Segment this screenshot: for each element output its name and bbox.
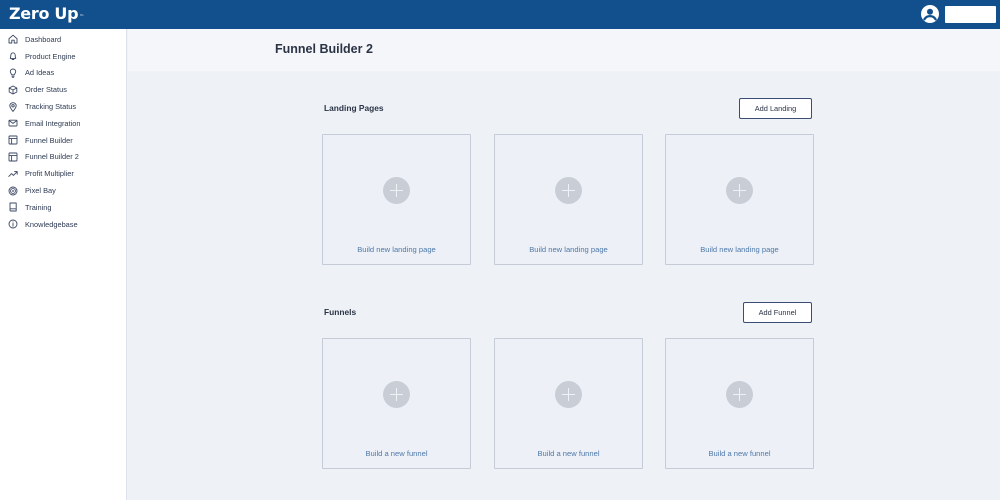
logo[interactable]: Zero Up™ [9,4,84,24]
sidebar-nav: Dashboard Product Engine Ad Ideas Order … [0,29,126,233]
target-icon [8,186,18,196]
sidebar-item-label: Profit Multiplier [25,169,74,179]
landing-page-card[interactable]: Build new landing page [665,134,814,265]
sidebar-item-email-integration[interactable]: Email Integration [0,115,126,132]
plus-circle-icon [383,177,410,204]
plus-circle-icon [726,177,753,204]
lightbulb-icon [9,68,17,78]
layout-icon [8,135,18,145]
sidebar-item-label: Order Status [25,85,67,95]
landing-pages-heading: Landing Pages [324,103,384,113]
sidebar-item-label: Dashboard [25,34,62,44]
add-landing-button[interactable]: Add Landing [739,98,812,119]
sidebar-item-funnel-builder[interactable]: Funnel Builder [0,132,126,149]
funnel-card[interactable]: Build a new funnel [322,338,471,469]
sidebar-item-label: Email Integration [25,118,81,128]
trending-up-icon [8,170,18,177]
landing-page-card[interactable]: Build new landing page [494,134,643,265]
user-menu[interactable] [945,6,996,23]
card-label: Build new landing page [357,245,436,254]
card-label: Build new landing page [529,245,608,254]
sidebar-item-tracking-status[interactable]: Tracking Status [0,98,126,115]
sidebar-item-knowledgebase[interactable]: Knowledgebase [0,216,126,233]
sidebar-item-ad-ideas[interactable]: Ad Ideas [0,65,126,82]
sidebar-item-label: Tracking Status [25,102,77,112]
sidebar-item-label: Pixel Bay [25,186,56,196]
sidebar: Dashboard Product Engine Ad Ideas Order … [0,29,127,500]
funnels-heading: Funnels [324,307,357,317]
funnel-card[interactable]: Build a new funnel [665,338,814,469]
top-bar: Zero Up™ [0,0,1000,29]
page-header: Funnel Builder 2 [128,29,1000,71]
sidebar-item-label: Funnel Builder [25,135,73,145]
bell-icon [9,52,17,61]
info-icon [8,219,18,229]
landing-page-card[interactable]: Build new landing page [322,134,471,265]
logo-trademark: ™ [79,14,84,20]
card-label: Build new landing page [700,245,779,254]
layout-icon [8,152,18,162]
plus-circle-icon [555,381,582,408]
plus-circle-icon [726,381,753,408]
book-icon [9,202,17,212]
card-label: Build a new funnel [537,449,600,458]
sidebar-item-pixel-bay[interactable]: Pixel Bay [0,182,126,199]
sidebar-item-label: Funnel Builder 2 [25,152,79,162]
sidebar-item-label: Training [25,202,52,212]
package-icon [8,85,18,95]
page-title: Funnel Builder 2 [275,42,373,56]
card-label: Build a new funnel [708,449,771,458]
sidebar-item-label: Product Engine [25,51,76,61]
home-icon [8,35,18,44]
logo-text: Zero Up [9,4,79,23]
sidebar-item-label: Ad Ideas [25,68,55,78]
sidebar-item-order-status[interactable]: Order Status [0,81,126,98]
sidebar-item-funnel-builder-2[interactable]: Funnel Builder 2 [0,149,126,166]
plus-circle-icon [383,381,410,408]
sidebar-item-training[interactable]: Training [0,199,126,216]
sidebar-item-label: Knowledgebase [25,219,78,229]
account-circle-icon[interactable] [921,5,939,23]
card-label: Build a new funnel [365,449,428,458]
sidebar-item-dashboard[interactable]: Dashboard [0,31,126,48]
add-funnel-button[interactable]: Add Funnel [743,302,812,323]
sidebar-item-profit-multiplier[interactable]: Profit Multiplier [0,165,126,182]
mail-icon [8,120,18,127]
location-pin-icon [9,101,17,112]
plus-circle-icon [555,177,582,204]
sidebar-item-product-engine[interactable]: Product Engine [0,48,126,65]
funnel-card[interactable]: Build a new funnel [494,338,643,469]
